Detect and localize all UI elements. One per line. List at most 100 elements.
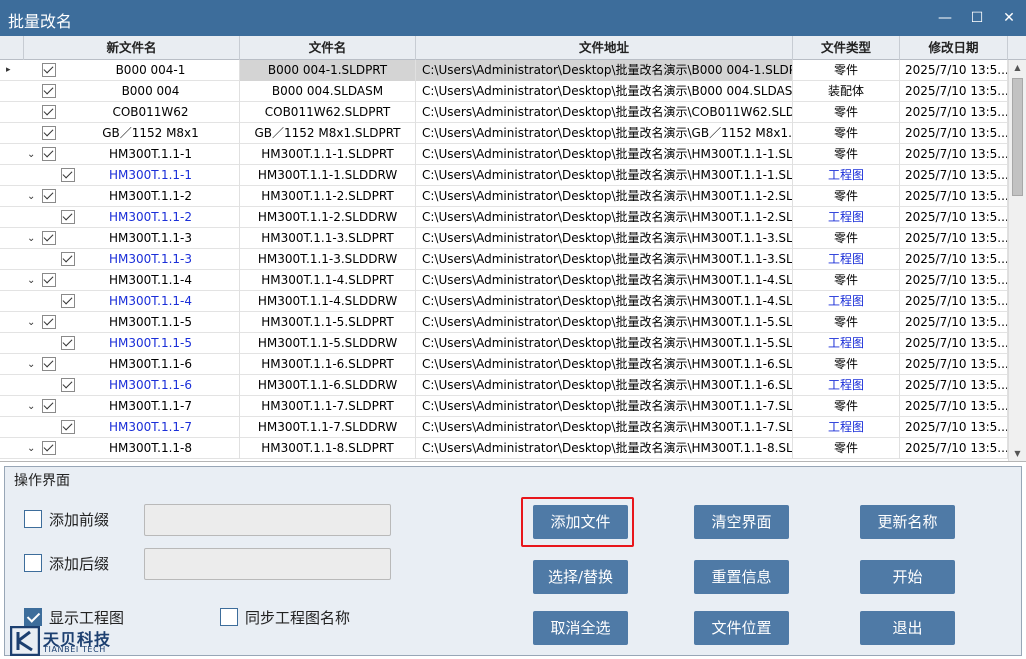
- file-path-cell: C:\Users\Administrator\Desktop\批量改名演示\HM…: [416, 249, 793, 270]
- modified-date-cell: 2025/7/10 13:5...: [900, 354, 1008, 375]
- table-row[interactable]: GB／1152 M8x1 GB／1152 M8x1.SLDPRT C:\Users\…: [0, 123, 1008, 144]
- modified-date-cell: 2025/7/10 13:5...: [900, 60, 1008, 81]
- file-name-cell: HM300T.1.1-1.SLDPRT: [240, 144, 416, 165]
- file-type-cell: 零件: [793, 354, 900, 375]
- suffix-input[interactable]: [144, 548, 391, 580]
- file-name-cell: GB／1152 M8x1.SLDPRT: [240, 123, 416, 144]
- file-type-cell: 零件: [793, 312, 900, 333]
- vertical-scrollbar[interactable]: ▲ ▼: [1008, 60, 1026, 461]
- add-prefix-checkbox[interactable]: [24, 510, 42, 528]
- modified-date-cell: 2025/7/10 13:5...: [900, 417, 1008, 438]
- file-path-cell: C:\Users\Administrator\Desktop\批量改名演示\B0…: [416, 81, 793, 102]
- modified-date-cell: 2025/7/10 13:5...: [900, 207, 1008, 228]
- modified-date-cell: 2025/7/10 13:5...: [900, 123, 1008, 144]
- panel-legend: 操作界面: [12, 470, 72, 490]
- table-row[interactable]: ⌄ HM300T.1.1-1 HM300T.1.1-1.SLDPRT C:\Users…: [0, 144, 1008, 165]
- table-row[interactable]: HM300T.1.1-7 HM300T.1.1-7.SLDDRW C:\Users\…: [0, 417, 1008, 438]
- update-name-button[interactable]: 更新名称: [860, 505, 955, 539]
- modified-date-cell: 2025/7/10 13:5...: [900, 165, 1008, 186]
- scroll-up-icon[interactable]: ▲: [1009, 60, 1026, 76]
- modified-date-cell: 2025/7/10 13:5...: [900, 249, 1008, 270]
- new-name-cell: B000 004-1: [24, 60, 240, 81]
- clear-view-button[interactable]: 清空界面: [694, 505, 789, 539]
- scroll-down-icon[interactable]: ▼: [1009, 446, 1026, 461]
- logo-mark-icon: [10, 626, 40, 656]
- file-path-cell: C:\Users\Administrator\Desktop\批量改名演示\GB…: [416, 123, 793, 144]
- table-row[interactable]: ▸ B000 004-1 B000 004-1.SLDPRT C:\Users\Adm…: [0, 60, 1008, 81]
- file-name-cell: HM300T.1.1-3.SLDDRW: [240, 249, 416, 270]
- prefix-input[interactable]: [144, 504, 391, 536]
- table-row[interactable]: ⌄ HM300T.1.1-5 HM300T.1.1-5.SLDPRT C:\Users…: [0, 312, 1008, 333]
- deselect-all-button[interactable]: 取消全选: [533, 611, 628, 645]
- select-replace-button[interactable]: 选择/替换: [533, 560, 628, 594]
- scroll-thumb[interactable]: [1012, 78, 1023, 196]
- modified-date-cell: 2025/7/10 13:5...: [900, 396, 1008, 417]
- table-row[interactable]: B000 004 B000 004.SLDASM C:\Users\Administ…: [0, 81, 1008, 102]
- table-row[interactable]: HM300T.1.1-3 HM300T.1.1-3.SLDDRW C:\Users\…: [0, 249, 1008, 270]
- table-row[interactable]: COB011W62 COB011W62.SLDPRT C:\Users\Admini…: [0, 102, 1008, 123]
- table-row[interactable]: ⌄ HM300T.1.1-2 HM300T.1.1-2.SLDPRT C:\Users…: [0, 186, 1008, 207]
- table-row[interactable]: HM300T.1.1-6 HM300T.1.1-6.SLDDRW C:\Users\…: [0, 375, 1008, 396]
- file-path-cell: C:\Users\Administrator\Desktop\批量改名演示\HM…: [416, 375, 793, 396]
- reset-info-button[interactable]: 重置信息: [694, 560, 789, 594]
- close-icon[interactable]: ✕: [994, 4, 1024, 32]
- new-name-cell: COB011W62: [24, 102, 240, 123]
- new-name-cell: HM300T.1.1-5: [24, 312, 240, 333]
- table-row[interactable]: HM300T.1.1-2 HM300T.1.1-2.SLDDRW C:\Users\…: [0, 207, 1008, 228]
- exit-button[interactable]: 退出: [860, 611, 955, 645]
- table-row[interactable]: HM300T.1.1-5 HM300T.1.1-5.SLDDRW C:\Users\…: [0, 333, 1008, 354]
- modified-date-cell: 2025/7/10 13:5...: [900, 270, 1008, 291]
- new-name-cell: HM300T.1.1-3: [24, 228, 240, 249]
- show-drawing-checkbox[interactable]: [24, 608, 42, 626]
- minimize-icon[interactable]: —: [930, 4, 960, 32]
- table-row[interactable]: ⌄ HM300T.1.1-4 HM300T.1.1-4.SLDPRT C:\Users…: [0, 270, 1008, 291]
- table-row[interactable]: HM300T.1.1-4 HM300T.1.1-4.SLDDRW C:\Users\…: [0, 291, 1008, 312]
- file-type-cell: 工程图: [793, 333, 900, 354]
- company-logo: 天贝科技 TIANBEI TECH: [10, 626, 122, 656]
- file-type-cell: 零件: [793, 144, 900, 165]
- file-name-cell: B000 004-1.SLDPRT: [240, 60, 416, 81]
- new-name-cell: HM300T.1.1-2: [24, 207, 240, 228]
- table-row[interactable]: ⌄ HM300T.1.1-8 HM300T.1.1-8.SLDPRT C:\Users…: [0, 438, 1008, 459]
- add-suffix-checkbox[interactable]: [24, 554, 42, 572]
- add-prefix-label: 添加前缀: [49, 511, 110, 529]
- file-name-cell: HM300T.1.1-7.SLDPRT: [240, 396, 416, 417]
- new-name-cell: HM300T.1.1-6: [24, 354, 240, 375]
- file-name-cell: B000 004.SLDASM: [240, 81, 416, 102]
- start-button[interactable]: 开始: [860, 560, 955, 594]
- file-type-cell: 工程图: [793, 375, 900, 396]
- file-type-cell: 零件: [793, 186, 900, 207]
- file-name-cell: HM300T.1.1-2.SLDDRW: [240, 207, 416, 228]
- new-name-cell: GB／1152 M8x1: [24, 123, 240, 144]
- column-header-file-path[interactable]: 文件地址: [416, 36, 793, 60]
- file-path-cell: C:\Users\Administrator\Desktop\批量改名演示\HM…: [416, 228, 793, 249]
- file-location-button[interactable]: 文件位置: [694, 611, 789, 645]
- file-grid[interactable]: 新文件名 文件名 文件地址 文件类型 修改日期 ▸ B000 004-1 B000 …: [0, 36, 1026, 462]
- new-name-cell: HM300T.1.1-7: [24, 396, 240, 417]
- column-header-modified-date[interactable]: 修改日期: [900, 36, 1008, 60]
- file-path-cell: C:\Users\Administrator\Desktop\批量改名演示\HM…: [416, 291, 793, 312]
- modified-date-cell: 2025/7/10 13:5...: [900, 102, 1008, 123]
- table-row[interactable]: ⌄ HM300T.1.1-6 HM300T.1.1-6.SLDPRT C:\Users…: [0, 354, 1008, 375]
- file-name-cell: COB011W62.SLDPRT: [240, 102, 416, 123]
- show-drawing-label: 显示工程图: [49, 609, 125, 627]
- file-path-cell: C:\Users\Administrator\Desktop\批量改名演示\HM…: [416, 186, 793, 207]
- table-row[interactable]: ⌄ HM300T.1.1-3 HM300T.1.1-3.SLDPRT C:\Users…: [0, 228, 1008, 249]
- sync-drawing-name-checkbox[interactable]: [220, 608, 238, 626]
- table-row[interactable]: ⌄ HM300T.1.1-7 HM300T.1.1-7.SLDPRT C:\Users…: [0, 396, 1008, 417]
- new-name-cell: HM300T.1.1-4: [24, 270, 240, 291]
- file-type-cell: 工程图: [793, 207, 900, 228]
- add-file-button[interactable]: 添加文件: [533, 505, 628, 539]
- column-header-file-name[interactable]: 文件名: [240, 36, 416, 60]
- file-name-cell: HM300T.1.1-5.SLDPRT: [240, 312, 416, 333]
- new-name-cell: HM300T.1.1-7: [24, 417, 240, 438]
- table-row[interactable]: HM300T.1.1-1 HM300T.1.1-1.SLDDRW C:\Users\…: [0, 165, 1008, 186]
- column-header-new-name[interactable]: 新文件名: [24, 36, 240, 60]
- file-name-cell: HM300T.1.1-6.SLDDRW: [240, 375, 416, 396]
- file-path-cell: C:\Users\Administrator\Desktop\批量改名演示\HM…: [416, 165, 793, 186]
- column-header-file-type[interactable]: 文件类型: [793, 36, 900, 60]
- file-path-cell: C:\Users\Administrator\Desktop\批量改名演示\CO…: [416, 102, 793, 123]
- maximize-icon[interactable]: ☐: [962, 4, 992, 32]
- file-name-cell: HM300T.1.1-1.SLDDRW: [240, 165, 416, 186]
- file-path-cell: C:\Users\Administrator\Desktop\批量改名演示\HM…: [416, 312, 793, 333]
